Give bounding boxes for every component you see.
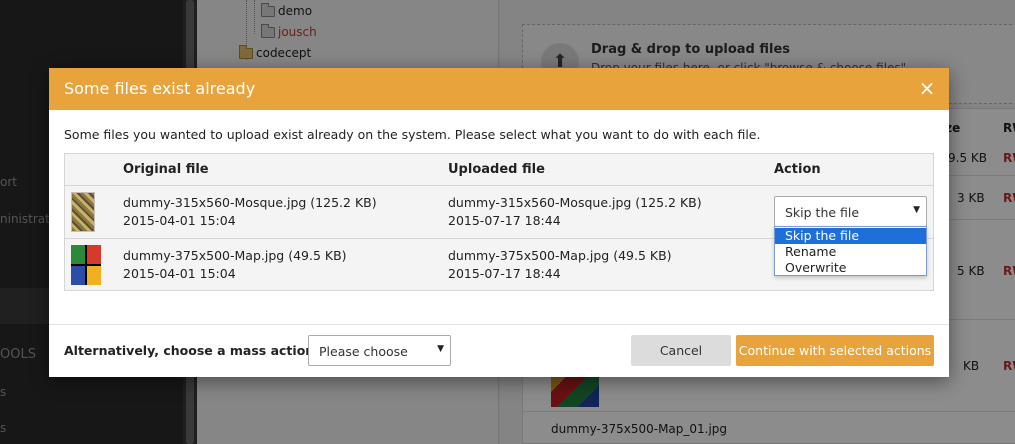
file-thumbnail [71,245,101,285]
uploaded-file-date: 2015-07-17 18:44 [448,213,561,228]
chevron-down-icon: ▼ [913,205,920,215]
close-icon[interactable]: × [915,76,939,100]
original-file-date: 2015-04-01 15:04 [123,213,236,228]
mass-action-value: Please choose [319,344,408,359]
column-original-file: Original file [123,162,209,177]
dialog-description: Some files you wanted to upload exist al… [64,127,761,142]
uploaded-file-name: dummy-315x560-Mosque.jpg (125.2 KB) [448,195,702,210]
divider [49,324,949,325]
cancel-button[interactable]: Cancel [631,335,731,366]
original-file-name: dummy-375x500-Map.jpg (49.5 KB) [123,248,347,263]
original-file-name: dummy-315x560-Mosque.jpg (125.2 KB) [123,195,377,210]
dialog-header: Some files exist already × [49,68,949,110]
mass-action-label: Alternatively, choose a mass action: [64,343,320,358]
chevron-down-icon: ▼ [437,344,444,354]
original-file-date: 2015-04-01 15:04 [123,266,236,281]
dialog-title: Some files exist already [64,79,256,98]
mass-action-select[interactable]: Please choose ▼ [308,335,451,366]
action-options-list: Skip the file Rename Overwrite [774,226,927,276]
action-select-value: Skip the file [785,205,860,220]
file-conflict-dialog: Some files exist already × Some files yo… [49,68,949,377]
option-rename[interactable]: Rename [775,244,926,260]
continue-button[interactable]: Continue with selected actions [736,335,934,366]
column-uploaded-file: Uploaded file [448,162,545,177]
option-overwrite[interactable]: Overwrite [775,260,926,276]
file-thumbnail [71,192,95,232]
uploaded-file-name: dummy-375x500-Map.jpg (49.5 KB) [448,248,672,263]
column-action: Action [774,162,821,177]
action-select[interactable]: Skip the file ▼ [774,196,927,227]
uploaded-file-date: 2015-07-17 18:44 [448,266,561,281]
option-skip-file[interactable]: Skip the file [775,228,926,244]
